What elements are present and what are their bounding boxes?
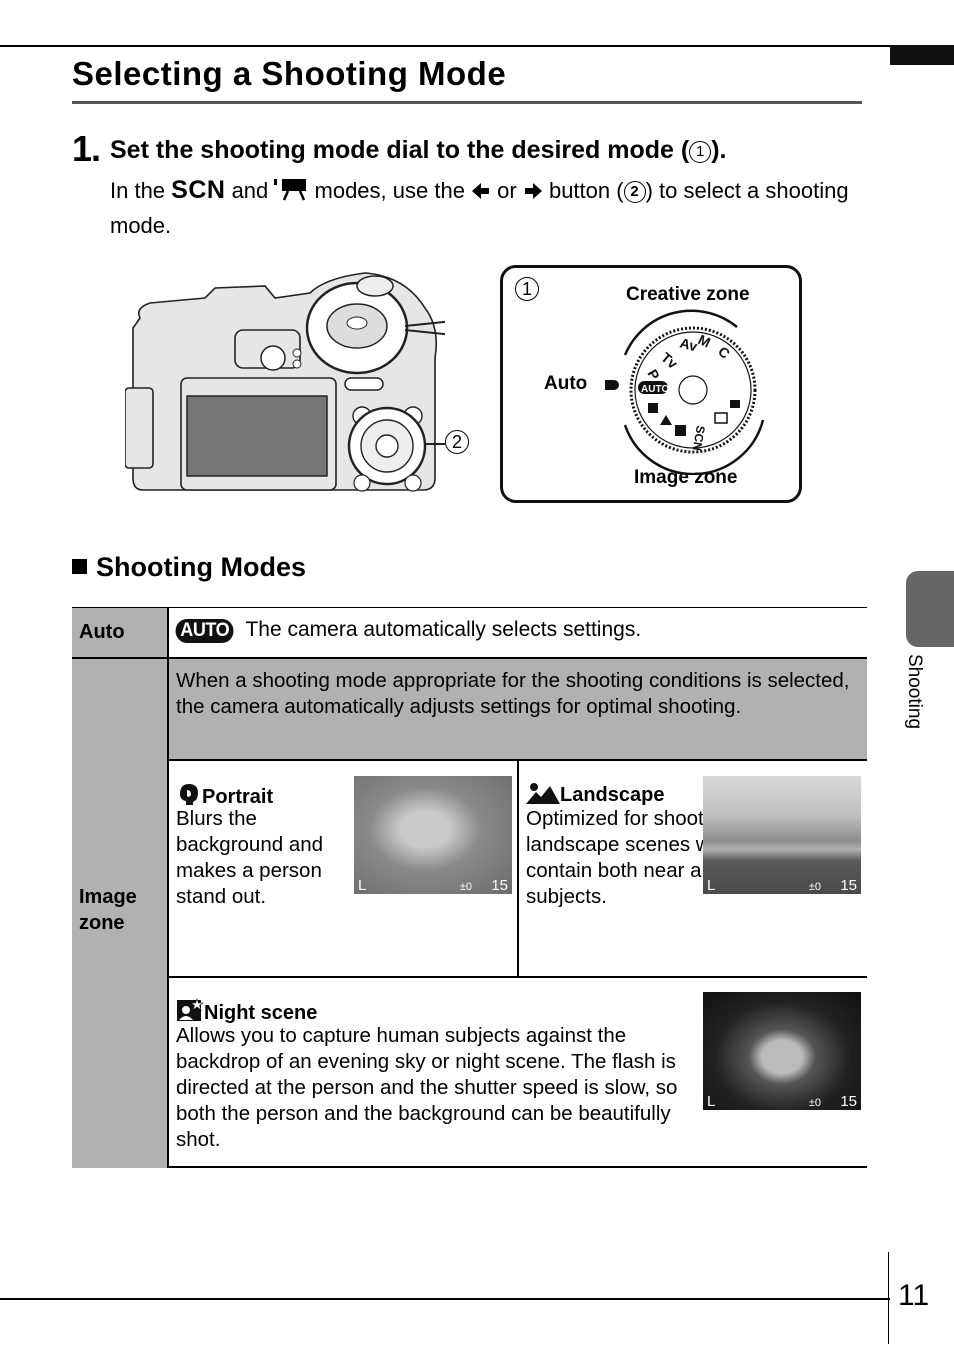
screen-shots-remaining: 15 — [840, 877, 857, 894]
screen-exposure: ±0 — [808, 881, 821, 893]
top-rule — [0, 45, 890, 47]
mode-desc-portrait: Blurs the background and makes a person … — [176, 807, 324, 908]
mode-cell-landscape: Landscape Optimized for shooting landsca… — [517, 761, 867, 978]
screen-exposure: ±0 — [459, 881, 472, 893]
page-title: Selecting a Shooting Mode — [72, 55, 507, 92]
body-text: In the — [110, 178, 172, 203]
portrait-title-text: Portrait — [202, 786, 274, 808]
section-heading: Shooting Modes — [72, 552, 306, 583]
callout-number-1: 1 — [515, 277, 539, 302]
step-heading: Set the shooting mode dial to the desire… — [110, 136, 727, 165]
landscape-title-text: Landscape — [560, 784, 665, 806]
screen-shots-remaining: 15 — [491, 877, 508, 894]
left-arrow-icon — [471, 178, 491, 210]
screen-shots-remaining: 15 — [840, 1093, 857, 1110]
body-text: or — [491, 178, 523, 203]
title-underline — [72, 101, 862, 104]
movie-icon — [274, 177, 308, 210]
scn-mode-icon: SCN — [171, 176, 226, 204]
body-text: button ( — [542, 178, 624, 203]
svg-text:AUTO: AUTO — [641, 384, 669, 395]
corner-marker — [890, 45, 954, 65]
table-row-auto: Auto AUTO The camera automatically select… — [72, 607, 867, 659]
night-scene-title-text: Night scene — [204, 1002, 318, 1024]
landscape-sample-photo: L 15 ±0 — [703, 776, 861, 894]
step-heading-end: ). — [711, 136, 727, 164]
body-text: modes, use the — [308, 178, 472, 203]
image-zone-header-text: Image zone — [79, 886, 137, 934]
callout-1-label: 1 — [515, 277, 539, 301]
night-scene-sample-photo: L 15 ±0 — [703, 992, 861, 1110]
portrait-sample-photo: L 15 ±0 — [354, 776, 512, 894]
creative-zone-label: Creative zone — [626, 284, 750, 305]
callout-2-label: 2 — [445, 430, 469, 454]
callout-ref-2: 2 — [623, 181, 646, 203]
screen-size-indicator: L — [707, 877, 716, 894]
page-number-divider — [888, 1252, 889, 1344]
bullet-square-icon — [72, 559, 87, 574]
chapter-tab[interactable] — [906, 571, 954, 647]
image-zone-intro: When a shooting mode appropriate for the… — [167, 659, 867, 761]
chapter-tab-label: Shooting — [904, 654, 925, 730]
screen-size-indicator: L — [358, 877, 367, 894]
row-header-auto: Auto — [72, 608, 167, 657]
mode-desc-night-scene: Allows you to capture human subjects aga… — [176, 1024, 678, 1151]
step-number: 1. — [72, 128, 101, 169]
screen-exposure: ±0 — [808, 1097, 821, 1109]
mode-dial: C M Av Tv P AUTO SCN — [599, 305, 775, 476]
callout-number-2: 2 — [445, 430, 469, 455]
section-heading-text: Shooting Modes — [96, 552, 306, 582]
screen-size-indicator: L — [707, 1093, 716, 1110]
step-body: In the SCN and modes, use the or button … — [110, 174, 870, 242]
callout-ref-1: 1 — [689, 141, 712, 163]
row-header-image-zone: Image zone — [72, 659, 167, 1168]
mode-cell-portrait: Portrait Blurs the background and makes … — [167, 761, 517, 978]
column-divider — [167, 608, 169, 658]
body-text: and — [225, 178, 275, 203]
right-arrow-icon — [523, 178, 543, 210]
page-number: 11 — [898, 1279, 930, 1312]
step-heading-text: Set the shooting mode dial to the desire… — [110, 136, 690, 164]
mode-cell-night-scene: Night scene Allows you to capture human … — [167, 978, 867, 1168]
auto-label: Auto — [544, 373, 588, 394]
camera-back-illustration — [124, 268, 504, 498]
auto-mode-icon: AUTO — [175, 619, 234, 643]
auto-description: AUTO The camera automatically selects set… — [174, 618, 641, 643]
auto-text: The camera automatically selects setting… — [245, 618, 642, 641]
bottom-rule — [0, 1298, 890, 1300]
